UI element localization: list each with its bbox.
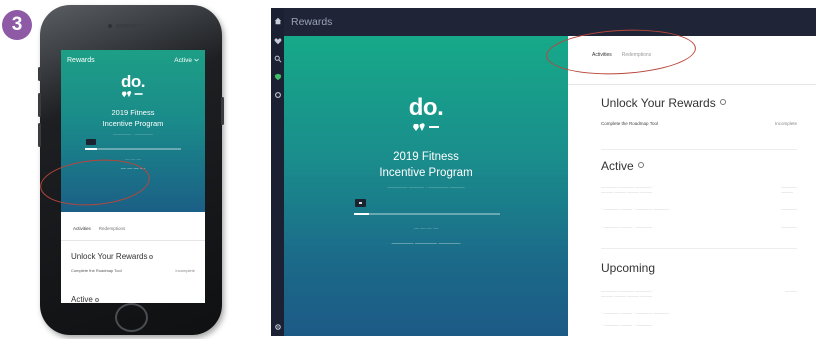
phone-mockup: Rewards Active do. 2019 Fitness Incentiv… (38, 5, 224, 335)
program-dates-placeholder: ———— ——— · ———— ——— (387, 185, 465, 191)
list-item[interactable]: · ———— ——— · ———— (601, 322, 797, 327)
program-hero: Rewards Active do. 2019 Fitness Incentiv… (61, 50, 205, 212)
tabs: Activities Redemptions (61, 226, 205, 236)
program-title: 2019 Fitness Incentive Program (102, 108, 164, 128)
progress-bar (354, 213, 500, 215)
settings-icon[interactable] (273, 90, 282, 99)
phone-volume-up (38, 93, 41, 117)
tabs: Activities Redemptions (592, 52, 651, 58)
list-item[interactable]: · ———— ——— · ———— ———— ———— (601, 206, 797, 211)
list-item[interactable]: Complete the Roadmap Tool Incomplete (601, 121, 797, 126)
active-heading: Active (71, 295, 99, 303)
progress-count-placeholder: — — — — (413, 226, 439, 232)
phone-mute-switch (38, 67, 41, 81)
heart-icon[interactable] (273, 36, 282, 45)
brand-mark-icon (121, 90, 143, 98)
info-icon[interactable] (149, 254, 154, 259)
brand-mark-icon (413, 123, 439, 131)
activities-panel: Activities Redemptions Unlock Your Rewar… (568, 36, 816, 336)
chevron-down-icon (194, 58, 199, 62)
progress-tooltip (355, 199, 366, 207)
left-nav-rail (271, 8, 284, 336)
list-item[interactable]: · ———— ——— · ———— ———— (601, 224, 797, 229)
phone-screen: Rewards Active do. 2019 Fitness Incentiv… (61, 50, 205, 303)
activity-status: Incomplete (175, 268, 195, 273)
shield-icon[interactable] (273, 72, 282, 81)
divider (568, 84, 816, 85)
window-title: Rewards (291, 16, 333, 28)
program-hero: do. 2019 Fitness Incentive Program ———— … (284, 36, 568, 336)
unlock-rewards-heading: Unlock Your Rewards (601, 96, 726, 110)
unlock-rewards-heading: Unlock Your Rewards (71, 252, 154, 261)
divider (601, 149, 797, 150)
phone-volume-down (38, 123, 41, 147)
home-icon[interactable] (273, 16, 282, 25)
app-header: Rewards Active (61, 50, 205, 70)
tab-activities[interactable]: Activities (73, 226, 91, 236)
divider (61, 240, 205, 241)
info-icon[interactable] (719, 99, 726, 105)
activity-name: Complete the Roadmap Tool (601, 121, 658, 126)
progress-bar (85, 148, 181, 150)
activity-status: Incomplete (774, 121, 797, 126)
tab-redemptions[interactable]: Redemptions (622, 52, 651, 58)
about-program-link[interactable]: ———— ———— ———— (284, 241, 568, 247)
phone-speaker (116, 24, 148, 28)
search-icon[interactable] (273, 54, 282, 63)
tab-activities[interactable]: Activities (592, 52, 612, 58)
list-item[interactable]: ———— ———— ———— · ——— ——— ——— ——— ———— ——— (601, 184, 797, 194)
desktop-app-window: Rewards do. 2019 Fitness Incentive Progr… (271, 8, 816, 336)
phone-home-button (115, 303, 148, 332)
progress-tooltip (86, 139, 96, 145)
program-logo: do. (121, 72, 146, 91)
about-program-link[interactable]: — — — — (61, 166, 205, 172)
gear-icon[interactable] (273, 322, 282, 331)
program-title: 2019 Fitness Incentive Program (379, 151, 473, 179)
activity-name: Complete the Roadmap Tool (71, 268, 122, 273)
header-title: Rewards (67, 56, 95, 64)
phone-camera (108, 24, 112, 28)
list-item[interactable]: Complete the Roadmap Tool Incomplete (71, 268, 195, 273)
progress-fill (85, 148, 97, 150)
filter-label: Active (174, 56, 192, 64)
progress-fill (354, 213, 369, 215)
list-item[interactable]: ———— ———— ———— · ——— ——— ——— ——— ——— (601, 288, 797, 298)
status-filter-dropdown[interactable]: Active (174, 57, 199, 64)
tab-redemptions[interactable]: Redemptions (99, 226, 126, 236)
list-item[interactable]: · ———— ——— · ———— ———— (601, 310, 797, 315)
upcoming-heading: Upcoming (601, 261, 656, 275)
info-icon[interactable] (637, 162, 644, 168)
progress-count-placeholder: — — — (124, 157, 141, 162)
divider (601, 248, 797, 249)
program-logo: do. (408, 94, 444, 121)
program-dates-placeholder: ———— · ———— (113, 132, 153, 137)
window-titlebar: Rewards (284, 8, 816, 36)
phone-power-button (221, 97, 224, 125)
active-heading: Active (601, 159, 644, 173)
step-number-badge: 3 (2, 10, 32, 40)
info-icon[interactable] (94, 297, 99, 302)
